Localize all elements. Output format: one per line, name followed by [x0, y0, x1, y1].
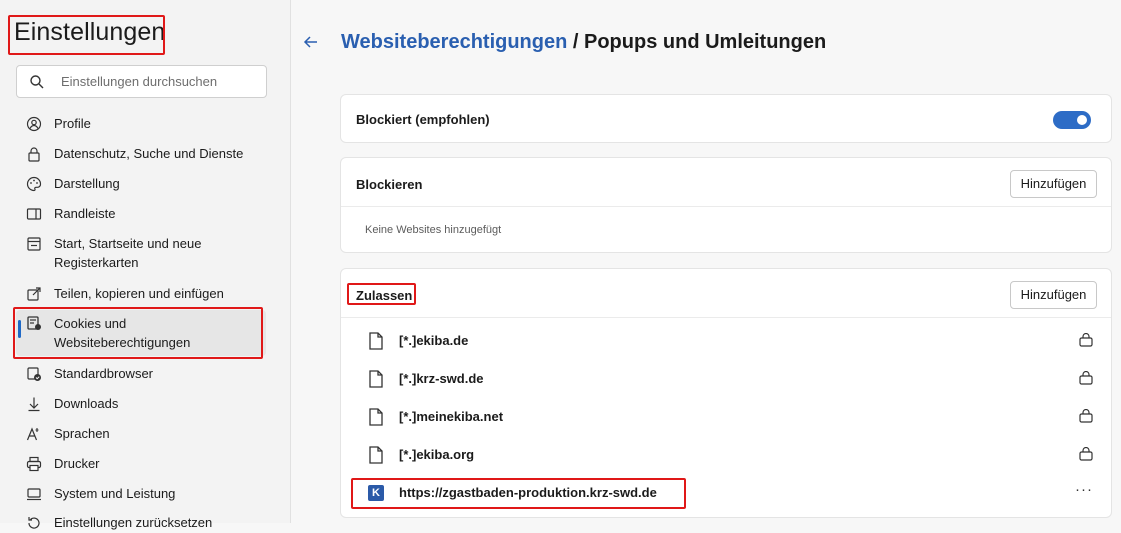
breadcrumb-separator: /: [567, 31, 584, 53]
allow-site-row[interactable]: [*.]ekiba.org: [341, 436, 1111, 474]
lock-icon: [1079, 447, 1093, 461]
site-name: [*.]ekiba.org: [399, 447, 475, 462]
sidebar-item-reset[interactable]: Einstellungen zurücksetzen: [16, 513, 266, 533]
sidebar-item-label: Datenschutz, Suche und Dienste: [54, 146, 244, 161]
allow-site-row[interactable]: [*.]krz-swd.de: [341, 360, 1111, 398]
highlight-box-site: [351, 478, 686, 509]
sidebar-item-label: System und Leistung: [54, 486, 176, 501]
sidebar-item-sidebar[interactable]: Randleiste: [16, 204, 266, 224]
file-icon: [369, 408, 383, 426]
sidebar-icon: [26, 208, 42, 220]
allow-site-row[interactable]: [*.]ekiba.de: [341, 322, 1111, 360]
sidebar-item-label: Start, Startseite und neue Registerkarte…: [54, 236, 202, 270]
page-title-text: Popups und Umleitungen: [584, 31, 827, 53]
sidebar-item-default-browser[interactable]: Standardbrowser: [16, 364, 266, 384]
sidebar-item-label: Teilen, kopieren und einfügen: [54, 286, 224, 301]
sidebar-item-label: Drucker: [54, 456, 100, 471]
sidebar-item-languages[interactable]: Sprachen: [16, 424, 266, 444]
download-icon: [28, 397, 40, 412]
default-browser-icon: [27, 367, 41, 381]
home-tab-icon: [27, 237, 41, 251]
sidebar-item-share[interactable]: Teilen, kopieren und einfügen: [16, 284, 266, 304]
system-icon: [27, 488, 41, 501]
sidebar-item-label: Downloads: [54, 396, 119, 411]
sidebar-item-privacy[interactable]: Datenschutz, Suche und Dienste: [16, 144, 266, 164]
blocked-toggle[interactable]: [1053, 111, 1091, 129]
search-icon: [30, 75, 44, 89]
printer-icon: [26, 456, 42, 472]
breadcrumb-link[interactable]: Websiteberechtigungen: [341, 31, 567, 53]
search-placeholder: Einstellungen durchsuchen: [61, 74, 218, 89]
sidebar-item-profile[interactable]: Profile: [16, 114, 266, 134]
block-title: Blockieren: [356, 177, 423, 192]
file-icon: [369, 332, 383, 350]
file-icon: [369, 370, 383, 388]
divider: [341, 206, 1111, 207]
sidebar-item-printers[interactable]: Drucker: [16, 454, 266, 474]
site-name: [*.]krz-swd.de: [399, 371, 484, 386]
file-icon: [369, 446, 383, 464]
divider: [341, 317, 1111, 318]
highlight-box-title: [8, 15, 165, 55]
profile-icon: [26, 116, 42, 132]
allow-add-button[interactable]: Hinzufügen: [1010, 281, 1097, 309]
lock-icon: [1079, 409, 1093, 423]
allow-card: Zulassen Hinzufügen [*.]ekiba.de [*.]krz…: [340, 268, 1112, 518]
block-empty-text: Keine Websites hinzugefügt: [365, 224, 502, 236]
sidebar-item-label: Darstellung: [54, 176, 120, 191]
sidebar-item-label: Sprachen: [54, 426, 110, 441]
allow-site-row[interactable]: [*.]meinekiba.net: [341, 398, 1111, 436]
lock-icon: [1079, 371, 1093, 385]
block-card: Blockieren Hinzufügen Keine Websites hin…: [340, 157, 1112, 253]
lock-icon: [1079, 333, 1093, 347]
sidebar-item-system[interactable]: System und Leistung: [16, 484, 266, 504]
site-name: [*.]ekiba.de: [399, 333, 469, 348]
site-name: [*.]meinekiba.net: [399, 409, 504, 424]
sidebar-item-label: Randleiste: [54, 206, 116, 221]
languages-icon: [26, 427, 39, 441]
more-options-icon[interactable]: ···: [1075, 481, 1093, 498]
toggle-knob: [1077, 115, 1087, 125]
settings-sidebar: Einstellungen Einstellungen durchsuchen …: [0, 0, 291, 530]
highlight-box-cookies: [13, 307, 263, 359]
page-title: Websiteberechtigungen / Popups und Umlei…: [341, 31, 826, 54]
settings-search-input[interactable]: Einstellungen durchsuchen: [16, 65, 267, 98]
back-arrow-icon[interactable]: [302, 33, 320, 51]
lock-icon: [28, 147, 40, 162]
highlight-box-allow: [347, 283, 416, 305]
share-icon: [27, 287, 41, 301]
main-content: Websiteberechtigungen / Popups und Umlei…: [292, 0, 1121, 523]
block-add-button[interactable]: Hinzufügen: [1010, 170, 1097, 198]
blocked-card: Blockiert (empfohlen): [340, 94, 1112, 143]
palette-icon: [26, 176, 42, 192]
reset-icon: [28, 517, 40, 529]
sidebar-item-start[interactable]: Start, Startseite und neue Registerkarte…: [16, 234, 266, 274]
sidebar-item-label: Standardbrowser: [54, 366, 153, 381]
blocked-label: Blockiert (empfohlen): [356, 112, 490, 127]
sidebar-item-appearance[interactable]: Darstellung: [16, 174, 266, 194]
sidebar-item-downloads[interactable]: Downloads: [16, 394, 266, 414]
sidebar-item-label: Profile: [54, 116, 91, 131]
